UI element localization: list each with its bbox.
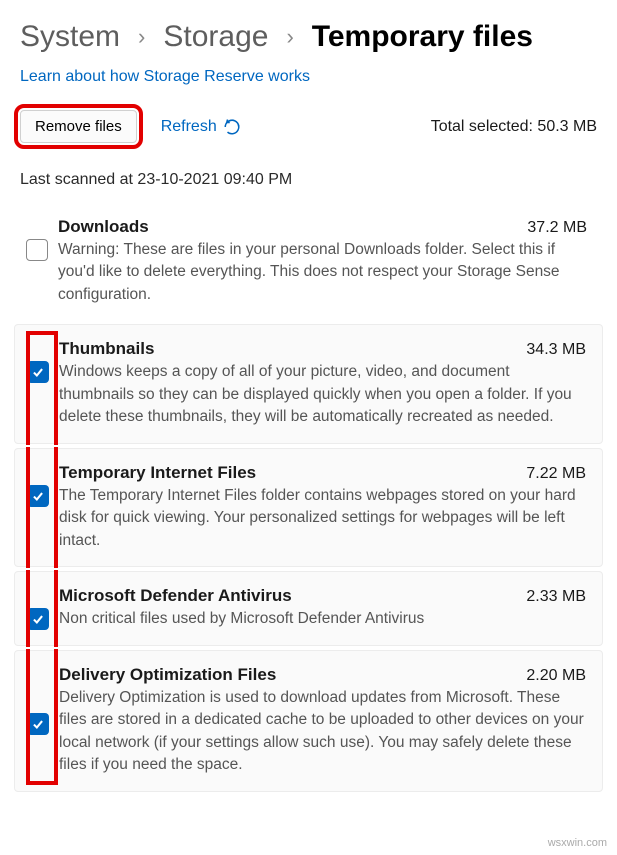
item-title: Microsoft Defender Antivirus (59, 586, 292, 606)
action-row: Remove files Refresh Total selected: 50.… (0, 104, 617, 153)
item-description: Windows keeps a copy of all of your pict… (59, 361, 586, 428)
item-description: The Temporary Internet Files folder cont… (59, 485, 586, 552)
breadcrumb: System › Storage › Temporary files (0, 0, 617, 64)
item-description: Delivery Optimization is used to downloa… (59, 687, 586, 777)
item-title: Delivery Optimization Files (59, 665, 276, 685)
total-selected: Total selected: 50.3 MB (431, 118, 597, 136)
check-icon (31, 717, 45, 731)
list-item[interactable]: Microsoft Defender Antivirus 2.33 MB Non… (14, 571, 603, 645)
breadcrumb-system[interactable]: System (20, 20, 120, 54)
annotation-highlight (26, 331, 58, 444)
breadcrumb-current: Temporary files (312, 20, 533, 54)
annotation-highlight (26, 447, 58, 568)
list-item[interactable]: Temporary Internet Files 7.22 MB The Tem… (14, 448, 603, 567)
list-item[interactable]: Thumbnails 34.3 MB Windows keeps a copy … (14, 324, 603, 443)
checkbox-thumbnails[interactable] (27, 361, 49, 383)
refresh-icon (223, 118, 241, 136)
refresh-button[interactable]: Refresh (161, 118, 241, 136)
item-size: 7.22 MB (526, 465, 586, 483)
chevron-right-icon: › (286, 24, 293, 50)
item-description: Warning: These are files in your persona… (58, 239, 587, 306)
item-title: Downloads (58, 217, 149, 237)
check-icon (31, 365, 45, 379)
refresh-label: Refresh (161, 118, 217, 136)
list-item[interactable]: Delivery Optimization Files 2.20 MB Deli… (14, 650, 603, 792)
item-size: 34.3 MB (526, 341, 586, 359)
checkbox-downloads[interactable] (26, 239, 48, 261)
list-item[interactable]: Downloads 37.2 MB Warning: These are fil… (14, 203, 603, 320)
checkbox-defender[interactable] (27, 608, 49, 630)
check-icon (31, 612, 45, 626)
checkbox-temp-internet[interactable] (27, 485, 49, 507)
check-icon (31, 489, 45, 503)
item-title: Thumbnails (59, 339, 154, 359)
item-title: Temporary Internet Files (59, 463, 256, 483)
learn-more-link[interactable]: Learn about how Storage Reserve works (0, 64, 617, 104)
remove-files-button[interactable]: Remove files (20, 110, 137, 143)
last-scanned-label: Last scanned at 23-10-2021 09:40 PM (0, 153, 617, 203)
item-description: Non critical files used by Microsoft Def… (59, 608, 586, 630)
item-size: 2.33 MB (526, 588, 586, 606)
watermark: wsxwin.com (548, 837, 607, 849)
breadcrumb-storage[interactable]: Storage (163, 20, 268, 54)
item-size: 37.2 MB (527, 219, 587, 237)
item-size: 2.20 MB (526, 667, 586, 685)
checkbox-delivery-opt[interactable] (27, 713, 49, 735)
chevron-right-icon: › (138, 24, 145, 50)
file-category-list: Downloads 37.2 MB Warning: These are fil… (0, 203, 617, 816)
